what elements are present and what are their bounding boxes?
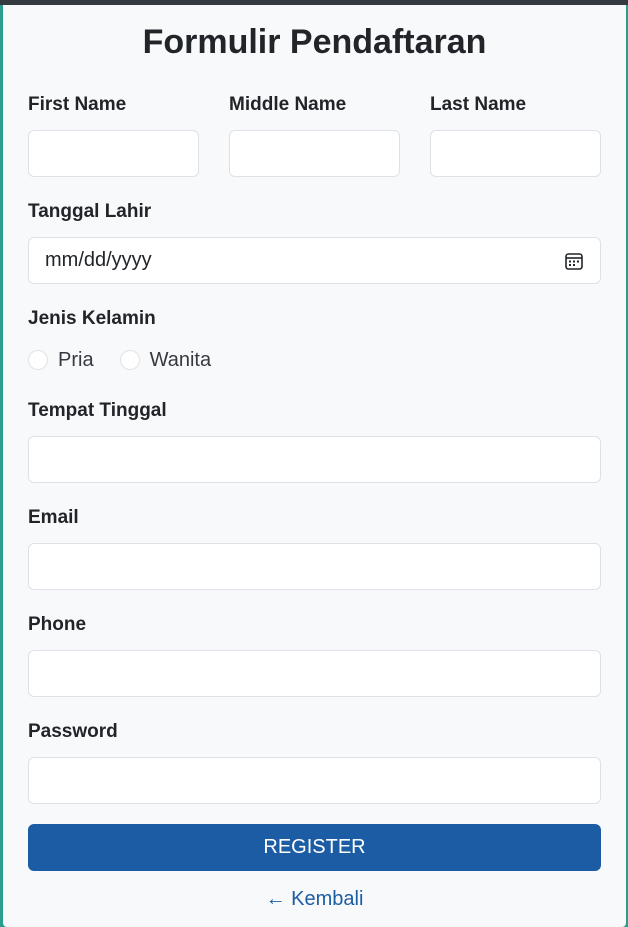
email-label: Email bbox=[28, 507, 79, 528]
gender-option-label: Pria bbox=[58, 348, 94, 371]
dob-label: Tanggal Lahir bbox=[28, 201, 152, 222]
middle-name-input[interactable] bbox=[229, 130, 400, 177]
last-name-label: Last Name bbox=[430, 94, 527, 115]
page-title: Formulir Pendaftaran bbox=[142, 23, 487, 61]
back-link[interactable]: ← Kembali bbox=[3, 888, 626, 911]
password-label: Password bbox=[28, 721, 118, 742]
last-name-input[interactable] bbox=[430, 130, 601, 177]
phone-input[interactable] bbox=[28, 650, 601, 697]
residence-label: Tempat Tinggal bbox=[28, 400, 167, 421]
phone-label: Phone bbox=[28, 614, 87, 635]
first-name-input[interactable] bbox=[28, 130, 199, 177]
registration-card: Formulir Pendaftaran First Name Middle N… bbox=[3, 5, 626, 927]
first-name-label: First Name bbox=[28, 94, 127, 115]
gender-radio-group: Pria Wanita bbox=[28, 346, 211, 374]
dob-input[interactable]: mm/dd/yyyy bbox=[28, 237, 601, 284]
residence-input[interactable] bbox=[28, 436, 601, 483]
calendar-icon[interactable] bbox=[564, 251, 584, 271]
gender-option-label: Wanita bbox=[149, 348, 212, 371]
gender-radio-pria[interactable] bbox=[28, 350, 48, 370]
register-button[interactable]: REGISTER bbox=[28, 824, 601, 871]
gender-radio-wanita[interactable] bbox=[119, 350, 140, 370]
middle-name-label: Middle Name bbox=[229, 94, 347, 115]
email-input[interactable] bbox=[28, 543, 601, 590]
password-input[interactable] bbox=[28, 757, 601, 804]
dob-placeholder: mm/dd/yyyy bbox=[45, 249, 152, 271]
gender-label: Jenis Kelamin bbox=[28, 308, 156, 329]
